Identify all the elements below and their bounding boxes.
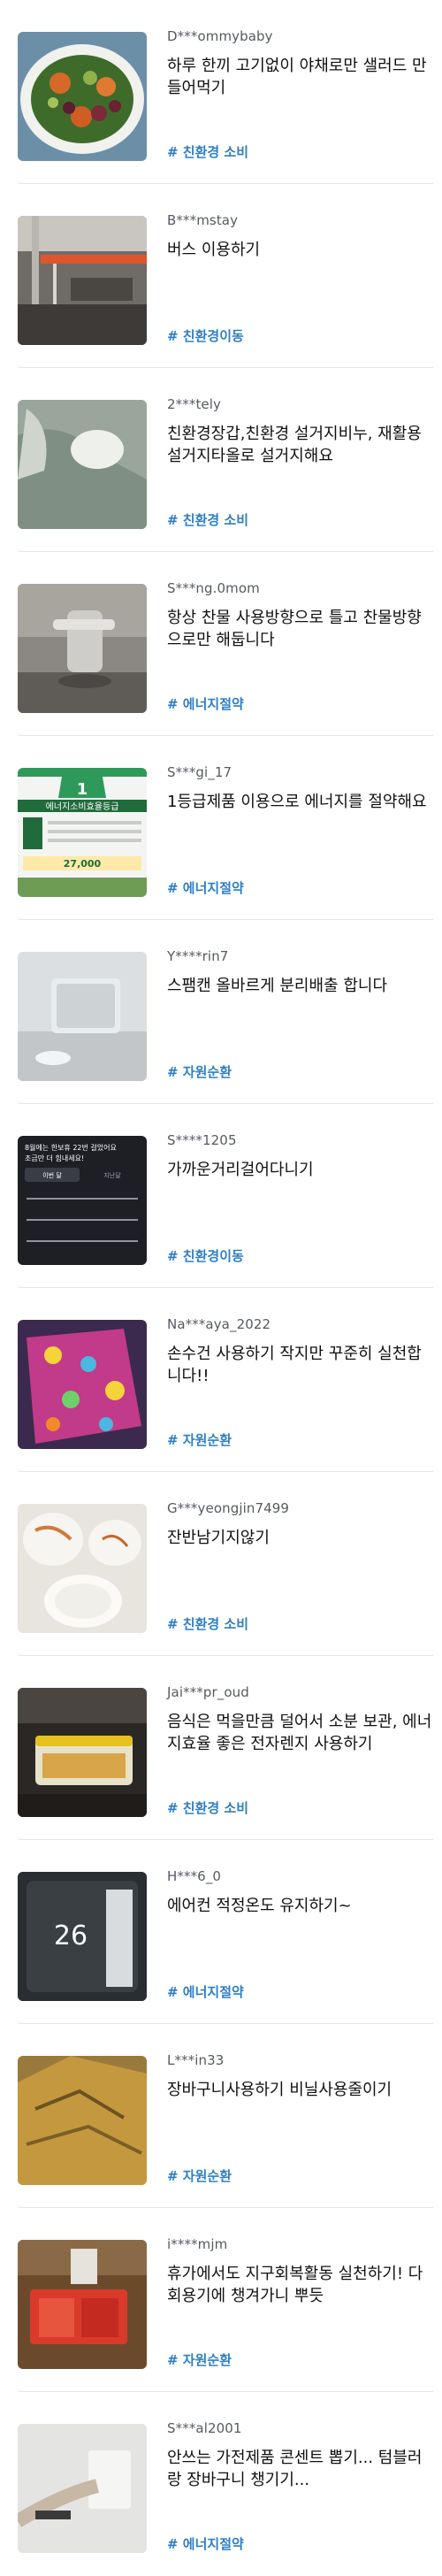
- username: S***al2001: [167, 2420, 242, 2436]
- salad-photo[interactable]: [18, 32, 147, 161]
- username: Jai***pr_oud: [167, 1684, 249, 1700]
- post-title[interactable]: 손수건 사용하기 작지만 꾸준히 실천합니다!!: [167, 1343, 432, 1387]
- can-photo[interactable]: [18, 952, 147, 1081]
- feed-item[interactable]: 2***tely 친환경장갑,친환경 설거지비누, 재활용 설거지타올로 설거지…: [0, 368, 442, 552]
- post-title[interactable]: 음식은 먹을만큼 덜어서 소분 보관, 에너지효율 좋은 전자렌지 사용하기: [167, 1711, 432, 1755]
- faucet-photo[interactable]: [18, 584, 147, 713]
- empty-plates-photo[interactable]: [18, 1504, 147, 1633]
- feed-item[interactable]: G***yeongjin7499 잔반남기지않기 # 친환경 소비: [0, 1472, 442, 1656]
- reusable-container-photo[interactable]: [18, 2240, 147, 2369]
- category-tag[interactable]: # 자원순환: [167, 1062, 232, 1081]
- username: Na***aya_2022: [167, 1316, 271, 1332]
- energy-label-value: 27,000: [64, 858, 102, 870]
- category-tag[interactable]: # 자원순환: [167, 2166, 232, 2185]
- feed-item[interactable]: B***mstay 버스 이용하기 # 친환경이동: [0, 184, 442, 368]
- feed-item[interactable]: i****mjm 휴가에서도 지구회복활동 실천하기! 다회용기에 챙겨가니 뿌…: [0, 2208, 442, 2392]
- username: D***ommybaby: [167, 28, 273, 44]
- feed-item[interactable]: 26 H***6_0 에어컨 적정온도 유지하기~ # 에너지절약: [0, 1840, 442, 2024]
- username: L***in33: [167, 2052, 225, 2068]
- step-title: 8월에는 한보휴 22번 걸었어요: [25, 1143, 117, 1152]
- feed-item[interactable]: Na***aya_2022 손수건 사용하기 작지만 꾸준히 실천합니다!! #…: [0, 1288, 442, 1472]
- post-title[interactable]: 1등급제품 이용으로 에너지를 절약해요: [167, 791, 432, 813]
- feed-item[interactable]: 1 에너지소비효율등급 27,000 S***gi_17 1등급제품 이용으로 …: [0, 736, 442, 920]
- category-tag[interactable]: # 에너지절약: [167, 694, 244, 713]
- shopping-bag-photo[interactable]: [18, 2056, 147, 2185]
- category-tag[interactable]: # 친환경 소비: [167, 1798, 248, 1817]
- step-subtitle: 조금만 더 힘내세요!: [25, 1154, 84, 1162]
- feed-item[interactable]: S***al2001 안쓰는 가전제품 콘센트 뽑기... 텀블러랑 장바구니 …: [0, 2392, 442, 2576]
- energy-label-photo[interactable]: 1 에너지소비효율등급 27,000: [18, 768, 147, 897]
- username: H***6_0: [167, 1868, 222, 1884]
- username: S***gi_17: [167, 764, 232, 780]
- username: S****1205: [167, 1132, 237, 1148]
- unplug-photo[interactable]: [18, 2424, 147, 2553]
- post-title[interactable]: 잔반남기지않기: [167, 1527, 432, 1549]
- username: S***ng.0mom: [167, 580, 260, 596]
- category-tag[interactable]: # 친환경이동: [167, 1246, 244, 1265]
- feed-item[interactable]: D***ommybaby 하루 한끼 고기없이 야채로만 샐러드 만들어먹기 #…: [0, 0, 442, 184]
- username: 2***tely: [167, 396, 221, 412]
- energy-label-title: 에너지소비효율등급: [46, 801, 119, 812]
- category-tag[interactable]: # 친환경 소비: [167, 1614, 248, 1633]
- category-tag[interactable]: # 에너지절약: [167, 878, 244, 897]
- category-tag[interactable]: # 자원순환: [167, 1430, 232, 1449]
- step-count-screenshot[interactable]: 8월에는 한보휴 22번 걸었어요 조금만 더 힘내세요! 이번 달 지난달: [18, 1136, 147, 1265]
- category-tag[interactable]: # 친환경 소비: [167, 142, 248, 161]
- air-conditioner-photo[interactable]: 26: [18, 1872, 147, 2001]
- feed-item[interactable]: S***ng.0mom 항상 찬물 사용방향으로 틀고 찬물방향으로만 해둡니다…: [0, 552, 442, 736]
- category-tag[interactable]: # 에너지절약: [167, 2534, 244, 2553]
- post-title[interactable]: 스팸캔 올바르게 분리배출 합니다: [167, 975, 432, 997]
- post-title[interactable]: 장바구니사용하기 비닐사용줄이기: [167, 2079, 432, 2101]
- category-tag[interactable]: # 에너지절약: [167, 1982, 244, 2001]
- step-tab-2: 지난달: [103, 1171, 121, 1179]
- step-tab-1: 이번 달: [42, 1171, 62, 1179]
- bus-interior-photo[interactable]: [18, 216, 147, 345]
- username: B***mstay: [167, 212, 239, 228]
- username: i****mjm: [167, 2236, 228, 2252]
- handkerchief-photo[interactable]: [18, 1320, 147, 1449]
- post-title[interactable]: 에어컨 적정온도 유지하기~: [167, 1895, 432, 1917]
- post-title[interactable]: 가까운거리걸어다니기: [167, 1159, 432, 1181]
- post-title[interactable]: 버스 이용하기: [167, 239, 432, 261]
- category-tag[interactable]: # 친환경 소비: [167, 510, 248, 529]
- food-container-photo[interactable]: [18, 1688, 147, 1817]
- username: G***yeongjin7499: [167, 1500, 290, 1516]
- energy-label-number: 1: [77, 780, 88, 799]
- username: Y****rin7: [167, 948, 229, 964]
- feed-item[interactable]: 8월에는 한보휴 22번 걸었어요 조금만 더 힘내세요! 이번 달 지난달 S…: [0, 1104, 442, 1288]
- post-title[interactable]: 안쓰는 가전제품 콘센트 뽑기... 텀블러랑 장바구니 챙기기...: [167, 2447, 432, 2491]
- feed-item[interactable]: Y****rin7 스팸캔 올바르게 분리배출 합니다 # 자원순환: [0, 920, 442, 1104]
- ac-temperature: 26: [54, 1920, 88, 1951]
- post-title[interactable]: 항상 찬물 사용방향으로 틀고 찬물방향으로만 해둡니다: [167, 607, 432, 651]
- dish-gloves-photo[interactable]: [18, 400, 147, 529]
- post-title[interactable]: 하루 한끼 고기없이 야채로만 샐러드 만들어먹기: [167, 55, 432, 99]
- feed-item[interactable]: L***in33 장바구니사용하기 비닐사용줄이기 # 자원순환: [0, 2024, 442, 2208]
- category-tag[interactable]: # 친환경이동: [167, 326, 244, 345]
- post-title[interactable]: 휴가에서도 지구회복활동 실천하기! 다회용기에 챙겨가니 뿌듯: [167, 2263, 432, 2307]
- feed-item[interactable]: Jai***pr_oud 음식은 먹을만큼 덜어서 소분 보관, 에너지효율 좋…: [0, 1656, 442, 1840]
- category-tag[interactable]: # 자원순환: [167, 2350, 232, 2369]
- post-title[interactable]: 친환경장갑,친환경 설거지비누, 재활용 설거지타올로 설거지해요: [167, 423, 432, 467]
